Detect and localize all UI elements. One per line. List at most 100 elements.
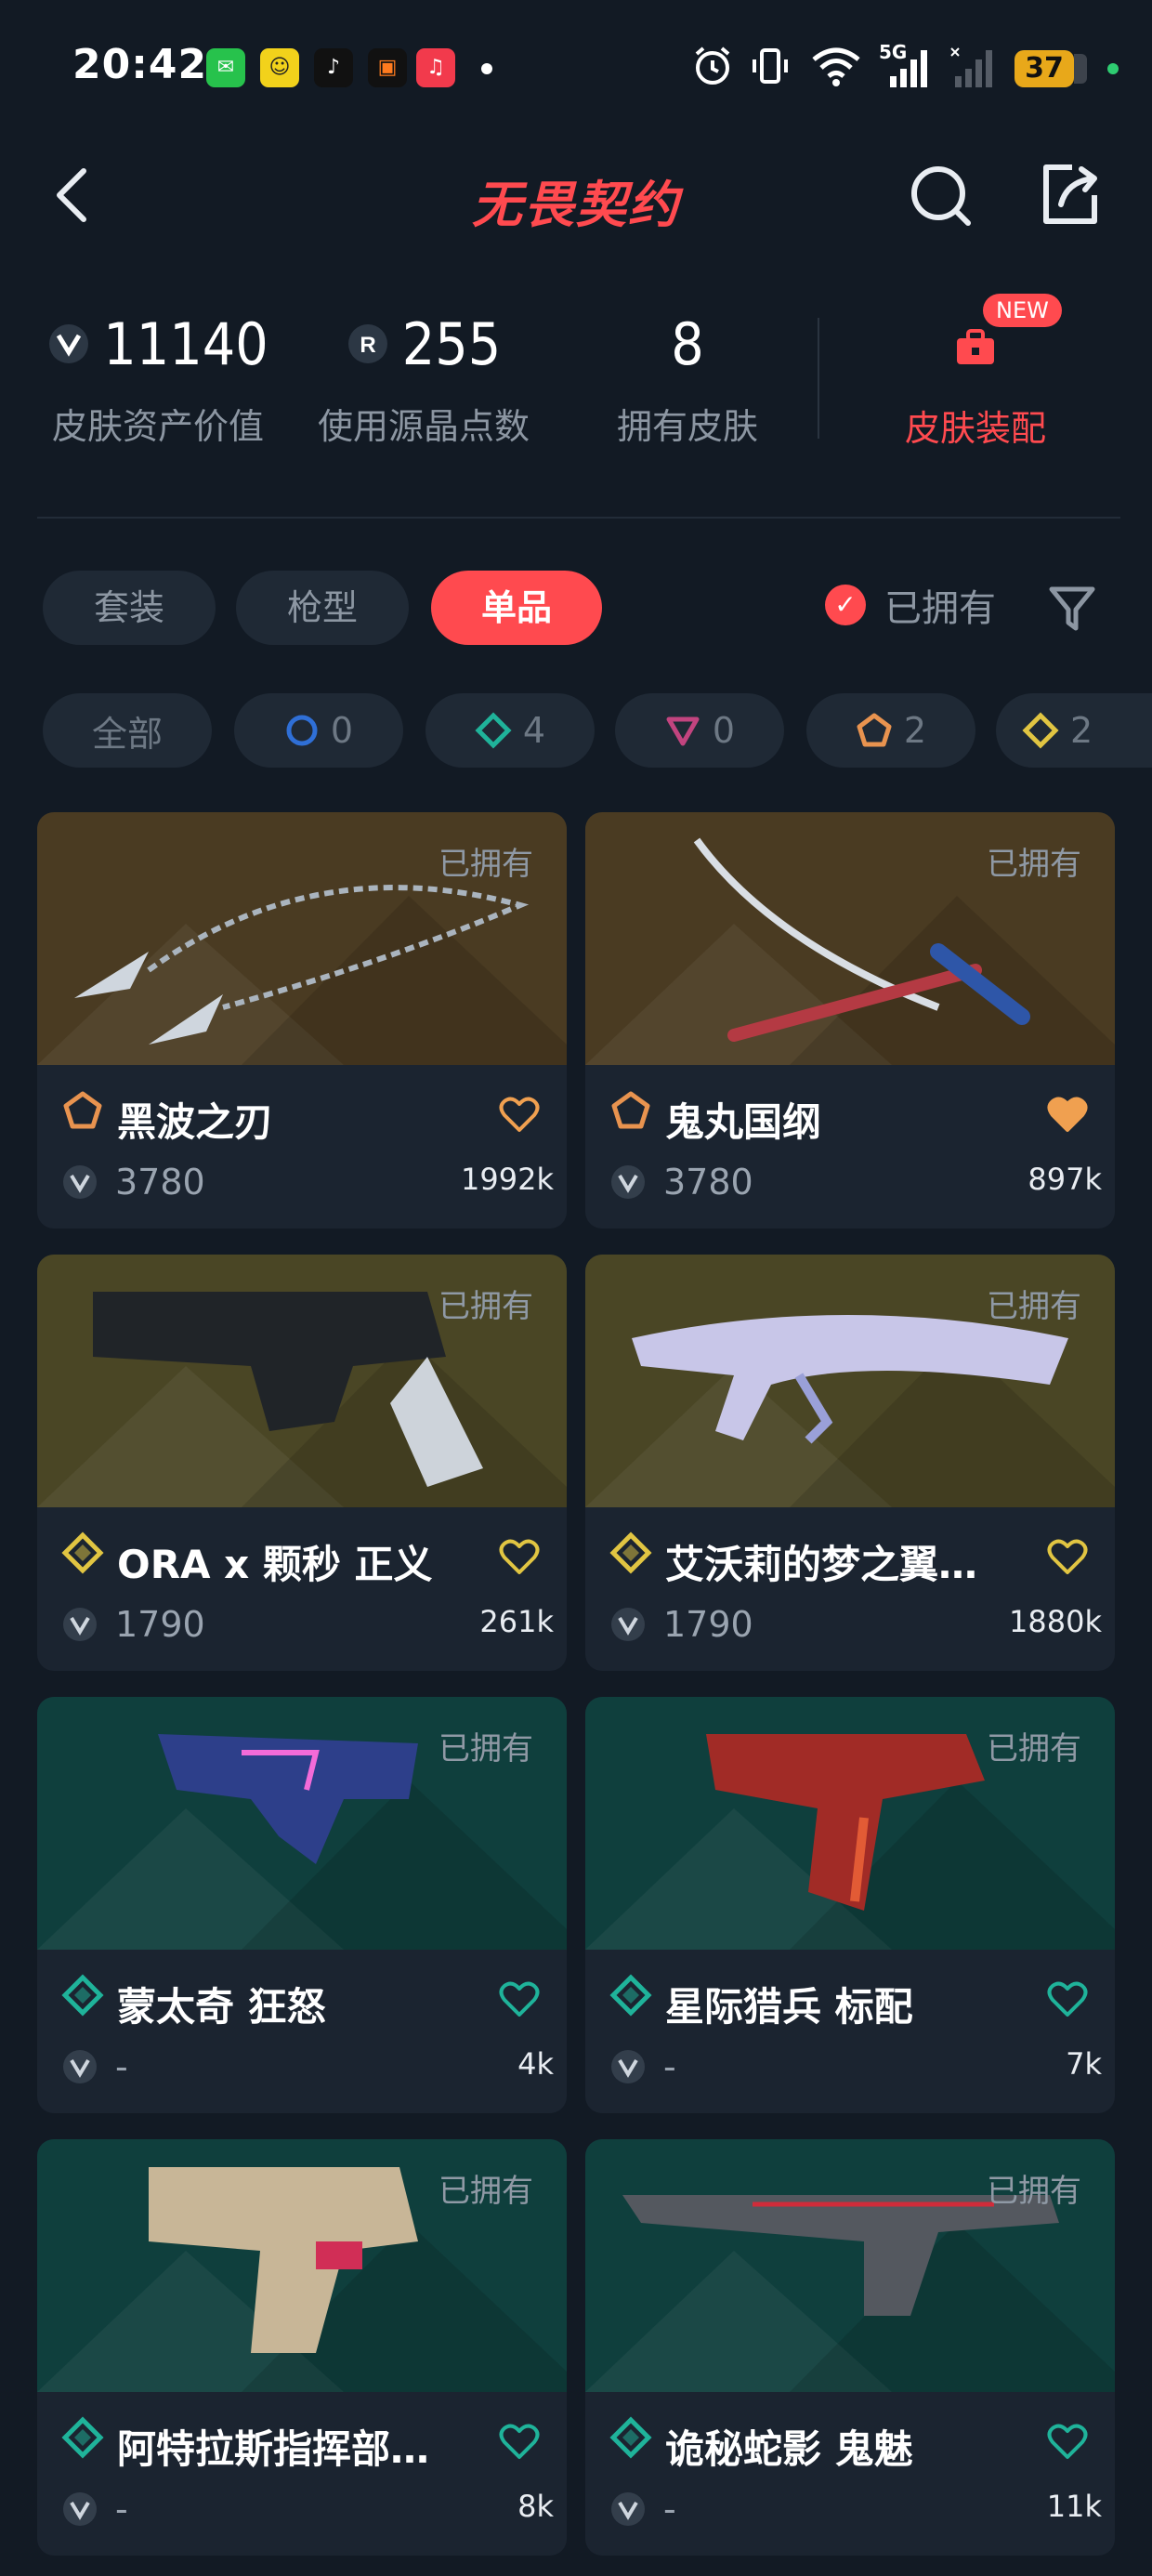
price-value: 3780 — [663, 1162, 753, 1203]
skin-name: 星际猎兵 标配 — [665, 1984, 913, 2030]
tier-chip-deluxe[interactable]: 4 — [425, 693, 595, 768]
tab-single-item[interactable]: 单品 — [431, 571, 602, 645]
tab-suit[interactable]: 套装 — [43, 571, 216, 645]
favorite-heart-icon[interactable] — [1046, 2420, 1089, 2463]
favorite-heart-icon[interactable] — [498, 1093, 541, 1136]
owned-filter-toggle[interactable]: ✓ 已拥有 — [825, 578, 996, 632]
skin-name: 诡秘蛇影 鬼魅 — [665, 2426, 913, 2472]
chip-count: 0 — [712, 710, 736, 751]
chip-count: 0 — [330, 710, 354, 751]
price-value: - — [115, 2489, 128, 2530]
vp-icon — [611, 1608, 645, 1641]
vibrate-icon — [753, 48, 788, 84]
owned-tag: 已拥有 — [439, 2173, 533, 2210]
music-icon: ♫ — [416, 48, 455, 87]
skin-price: - — [609, 2489, 676, 2530]
skin-name: 阿特拉斯指挥部… — [117, 2426, 430, 2472]
like-count: 4k — [517, 2046, 554, 2082]
tier-chip-exclusive[interactable]: 2 — [806, 693, 975, 768]
skin-card[interactable]: 已拥有 诡秘蛇影 鬼魅 - 11k — [585, 2139, 1115, 2556]
skin-price: 3780 — [61, 1162, 205, 1203]
favorite-heart-icon[interactable] — [1046, 1093, 1089, 1136]
owned-tag: 已拥有 — [987, 2173, 1081, 2210]
favorite-heart-icon[interactable] — [1046, 1535, 1089, 1578]
skin-price: 3780 — [609, 1162, 753, 1203]
wechat-icon: ✉ — [206, 48, 245, 87]
filter-icon[interactable] — [1044, 576, 1100, 637]
vp-icon — [63, 2050, 97, 2083]
chip-count: 2 — [903, 710, 927, 751]
price-value: - — [663, 2489, 676, 2530]
stat-value: 255 — [401, 309, 502, 378]
check-icon: ✓ — [825, 585, 866, 625]
owned-tag: 已拥有 — [987, 846, 1081, 883]
alarm-icon — [695, 46, 730, 85]
svg-text:R: R — [360, 333, 375, 358]
stat-owned-skins: 8 拥有皮肤 — [595, 307, 780, 449]
tier-chip-premium[interactable]: 0 — [615, 693, 784, 768]
skin-price: - — [609, 2046, 676, 2087]
owned-tag: 已拥有 — [439, 846, 533, 883]
tier-deluxe-icon — [475, 712, 512, 749]
favorite-heart-icon[interactable] — [498, 1535, 541, 1578]
like-count: 1880k — [1009, 1604, 1102, 1639]
skin-price: 1790 — [609, 1604, 753, 1645]
vp-icon — [49, 324, 89, 363]
skin-card[interactable]: 已拥有 蒙太奇 狂怒 - 4k — [37, 1697, 567, 2113]
tier-ultra-icon — [609, 1531, 652, 1574]
skin-card[interactable]: 已拥有艾沃莉的梦之翼… 1790 1880k — [585, 1255, 1115, 1671]
tier-deluxe-icon — [61, 2416, 104, 2459]
tier-premium-icon — [666, 716, 700, 746]
like-count: 1992k — [461, 1162, 554, 1197]
skin-name: 鬼丸国纲 — [665, 1099, 822, 1145]
tier-deluxe-icon — [61, 1974, 104, 2017]
stat-radianite: R 255 使用源晶点数 — [310, 307, 537, 449]
stat-value: 8 — [671, 309, 704, 378]
skin-card[interactable]: 已拥有阿特拉斯指挥部… - 8k — [37, 2139, 567, 2556]
vp-icon — [63, 2492, 97, 2526]
price-value: - — [663, 2046, 676, 2087]
like-count: 897k — [1028, 1162, 1102, 1197]
skin-name: 黑波之刃 — [117, 1099, 274, 1145]
skin-card[interactable]: 已拥有 星际猎兵 标配 - 7k — [585, 1697, 1115, 2113]
favorite-heart-icon[interactable] — [498, 1978, 541, 2020]
skin-price: - — [61, 2489, 128, 2530]
tab-weapon-type[interactable]: 枪型 — [236, 571, 409, 645]
new-badge: NEW — [983, 294, 1062, 327]
share-icon[interactable] — [1033, 158, 1107, 232]
battery-empty — [1074, 54, 1087, 84]
price-value: 1790 — [663, 1604, 753, 1645]
owned-tag: 已拥有 — [987, 1730, 1081, 1768]
tier-select-icon — [286, 715, 318, 746]
search-icon[interactable] — [903, 158, 977, 232]
app-yellow-icon: ☺ — [260, 48, 299, 87]
stat-label: 拥有皮肤 — [616, 406, 758, 447]
notification-dot — [481, 63, 492, 74]
owned-tag: 已拥有 — [987, 1288, 1081, 1325]
skin-card[interactable]: 已拥有 ORA x 颗秒 正义 1790 261k — [37, 1255, 567, 1671]
signal-icon — [890, 50, 927, 87]
stat-asset-value: 11140 皮肤资产价值 — [46, 307, 269, 449]
owned-tag: 已拥有 — [439, 1730, 533, 1768]
tier-exclusive-icon — [611, 1091, 650, 1129]
tiktok-icon: ♪ — [314, 48, 353, 87]
outfit-label: 皮肤装配 — [904, 408, 1046, 449]
skin-name: 蒙太奇 狂怒 — [117, 1984, 326, 2030]
favorite-heart-icon[interactable] — [1046, 1978, 1089, 2020]
stat-label: 使用源晶点数 — [317, 406, 530, 447]
wardrobe-icon — [957, 329, 994, 364]
skin-card[interactable]: 已拥有鬼丸国纲 3780 897k — [585, 812, 1115, 1229]
skin-name: 艾沃莉的梦之翼… — [665, 1542, 978, 1587]
tier-chip-ultra[interactable]: 2 — [996, 693, 1152, 768]
owned-tag: 已拥有 — [439, 1288, 533, 1325]
stat-value: 11140 — [103, 309, 268, 378]
vp-icon — [63, 1608, 97, 1641]
skin-card[interactable]: 已拥有黑波之刃 3780 1992k — [37, 812, 567, 1229]
like-count: 8k — [517, 2489, 554, 2524]
app-orange-icon: ▣ — [368, 48, 407, 87]
tier-chip-select[interactable]: 0 — [234, 693, 403, 768]
tier-chip-all[interactable]: 全部 — [43, 693, 212, 768]
divider — [37, 517, 1120, 519]
favorite-heart-icon[interactable] — [498, 2420, 541, 2463]
chip-label: 全部 — [91, 713, 163, 755]
